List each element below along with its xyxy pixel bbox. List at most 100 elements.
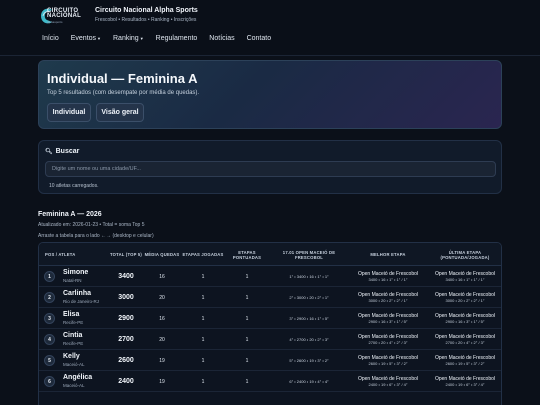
search-heading: 🔍︎ Buscar [45, 148, 79, 155]
media-cell: 19 [159, 378, 165, 385]
best-stage-detail: 2700 • 20 • 4° • 2° / 3° [368, 339, 408, 345]
page-title: Individual — Feminina A [47, 71, 198, 86]
last-stage-detail: 2700 • 20 • 4° • 2° / 3° [445, 339, 485, 345]
total-cell: 2600 [118, 357, 134, 364]
best-stage-cell: Open Maceió de Frescobol 2700 • 20 • 4° •… [349, 329, 427, 350]
best-stage-detail: 2600 • 19 • 5° • 3° / 2° [368, 360, 408, 366]
main-nav: Início Eventos ▼ Ranking ▼ Regulamento Not… [42, 35, 283, 42]
ranking-title: Feminina A — 2026 [38, 211, 102, 218]
column-header-athlete[interactable]: POS / ATLETA [39, 243, 109, 266]
last-stage-detail: 2900 • 16 • 3° • 1° / 5° [445, 318, 485, 324]
ranking-updated: Atualizado em: 2026-01-23 • Total = soma… [38, 222, 145, 228]
best-stage-cell: Open Maceió de Frescobol 2900 • 16 • 3° •… [349, 308, 427, 329]
athlete-name: Carlinha [63, 290, 92, 297]
column-header-total[interactable]: TOTAL (TOP 5) [109, 243, 143, 266]
best-stage-cell: Open Maceió de Frescobol 2400 • 19 • 6° •… [349, 371, 427, 392]
table-row[interactable]: 5 Kelly Maceió-AL 2600 19 1 1 5° • 2600 • 19 • … [39, 350, 501, 371]
media-cell: 20 [159, 336, 165, 343]
best-stage-detail: 2400 • 19 • 6° • 3° / 4° [368, 381, 408, 387]
table-header: POS / ATLETA TOTAL (TOP 5) MÉDIA QUEDAS … [39, 243, 501, 266]
athlete-city: Maceió-AL [63, 383, 85, 388]
last-stage-detail: 2400 • 19 • 6° • 3° / 4° [445, 381, 485, 387]
pontuadas-cell: 1 [245, 378, 249, 385]
column-header-jogadas[interactable]: ETAPAS JOGADAS [181, 243, 225, 266]
caret-down-icon: ▼ [97, 36, 101, 41]
jogadas-cell: 1 [201, 273, 205, 280]
nav-label: Regulamento [155, 35, 198, 42]
search-input[interactable] [45, 161, 496, 177]
nav-item-noticias[interactable]: Notícias [209, 35, 234, 42]
ranking-scroll-hint: Arraste a tabela para o lado ←→ (desktop… [38, 233, 154, 239]
jogadas-cell: 1 [201, 315, 205, 322]
jogadas-cell: 1 [201, 378, 205, 385]
caret-down-icon: ▼ [139, 36, 144, 41]
logo-subtext: alphasports [47, 20, 63, 24]
position-badge: 4 [44, 334, 55, 345]
etapa-cell: 4° • 2700 • 20 • 2° • 3° [289, 337, 329, 342]
best-stage-cell: Open Maceió de Frescobol 3400 • 16 • 1° •… [349, 266, 427, 287]
athlete-city: Natal-RN [63, 278, 82, 283]
athlete-city: Recife-PE [63, 320, 84, 325]
individual-button[interactable]: Individual [47, 103, 91, 122]
athlete-name: Kelly [63, 353, 80, 360]
best-stage-cell: Open Maceió de Frescobol 2600 • 19 • 5° •… [349, 350, 427, 371]
search-label: Buscar [55, 148, 80, 155]
logo-text-line2: NACIONAL [47, 13, 82, 19]
column-header-ultima[interactable]: ÚLTIMA ETAPA (PONTUADA/JOGADA) [427, 243, 501, 266]
position-badge: 6 [44, 376, 55, 387]
nav-item-contato[interactable]: Contato [247, 35, 272, 42]
media-cell: 20 [159, 294, 165, 301]
last-stage-cell: Open Maceió de Frescobol 3400 • 16 • 1° •… [427, 266, 501, 287]
site-header: CIRCUITO NACIONAL alphasports Circuito N… [0, 0, 540, 56]
media-cell: 16 [159, 273, 165, 280]
total-cell: 3000 [118, 294, 134, 301]
nav-item-inicio[interactable]: Início [42, 35, 59, 42]
total-cell: 2900 [118, 315, 134, 322]
best-stage-detail: 3400 • 16 • 1° • 1° / 1° [368, 276, 408, 282]
nav-label: Eventos [70, 35, 97, 42]
table-row[interactable]: 1 Simone Natal-RN 3400 16 1 1 1° • 3400 • 16 • … [39, 266, 501, 287]
hero-card: Individual — Feminina A Top 5 resultados… [38, 60, 502, 129]
last-stage-cell: Open Maceió de Frescobol 2700 • 20 • 4° •… [427, 329, 501, 350]
nav-label: Contato [246, 35, 272, 42]
position-badge: 5 [44, 355, 55, 366]
table-row[interactable]: 3 Elisa Recife-PE 2900 16 1 1 3° • 2900 • 16 • … [39, 308, 501, 329]
jogadas-cell: 1 [201, 357, 205, 364]
etapa-cell: 6° • 2400 • 19 • 4° • 4° [289, 379, 329, 384]
pontuadas-cell: 1 [245, 273, 249, 280]
column-header-melhor[interactable]: MELHOR ETAPA [349, 243, 427, 266]
etapa-cell: 5° • 2600 • 19 • 3° • 2° [289, 358, 329, 363]
brand-title: Circuito Nacional Alpha Sports [95, 7, 198, 14]
search-card: 🔍︎ Buscar 10 atletas carregados. [38, 140, 502, 194]
column-header-etapa[interactable]: 17.01 OPEN MACEIÓ DE FRESCOBOL [269, 243, 349, 266]
position-badge: 3 [44, 313, 55, 324]
table-row[interactable]: 2 Carlinha Rio de Janeiro-RJ 3000 20 1 1 2° • 3… [39, 287, 501, 308]
athlete-city: Rio de Janeiro-RJ [63, 299, 100, 304]
etapa-cell: 1° • 3400 • 16 • 1° • 1° [289, 274, 329, 279]
column-header-media[interactable]: MÉDIA QUEDAS [143, 243, 181, 266]
total-cell: 2400 [118, 378, 134, 385]
column-header-pontuadas[interactable]: ETAPAS PONTUADAS [225, 243, 269, 266]
pontuadas-cell: 1 [245, 336, 249, 343]
athlete-name: Simone [63, 269, 89, 276]
nav-label: Início [42, 35, 59, 42]
nav-label: Ranking [113, 35, 139, 42]
etapa-cell: 2° • 3000 • 20 • 2° • 1° [289, 295, 329, 300]
media-cell: 19 [159, 357, 165, 364]
search-icon: 🔍︎ [45, 149, 53, 155]
athlete-name: Angélica [63, 374, 93, 381]
nav-item-ranking[interactable]: Ranking ▼ [113, 35, 144, 42]
jogadas-cell: 1 [201, 294, 205, 301]
nav-item-regulamento[interactable]: Regulamento [156, 35, 198, 42]
nav-item-eventos[interactable]: Eventos ▼ [71, 35, 101, 42]
athlete-city: Maceió-AL [63, 362, 85, 367]
last-stage-cell: Open Maceió de Frescobol 3000 • 20 • 2° •… [427, 287, 501, 308]
media-cell: 16 [159, 315, 165, 322]
athlete-name: Cintia [63, 332, 83, 339]
table-row[interactable]: 4 Cintia Recife-PE 2700 20 1 1 4° • 2700 • 20 •… [39, 329, 501, 350]
pontuadas-cell: 1 [245, 315, 249, 322]
overview-button[interactable]: Visão geral [96, 103, 144, 122]
position-badge: 2 [44, 292, 55, 303]
ranking-table[interactable]: POS / ATLETA TOTAL (TOP 5) MÉDIA QUEDAS … [38, 242, 502, 405]
table-row[interactable]: 6 Angélica Maceió-AL 2400 19 1 1 6° • 2400 • 19… [39, 371, 501, 392]
